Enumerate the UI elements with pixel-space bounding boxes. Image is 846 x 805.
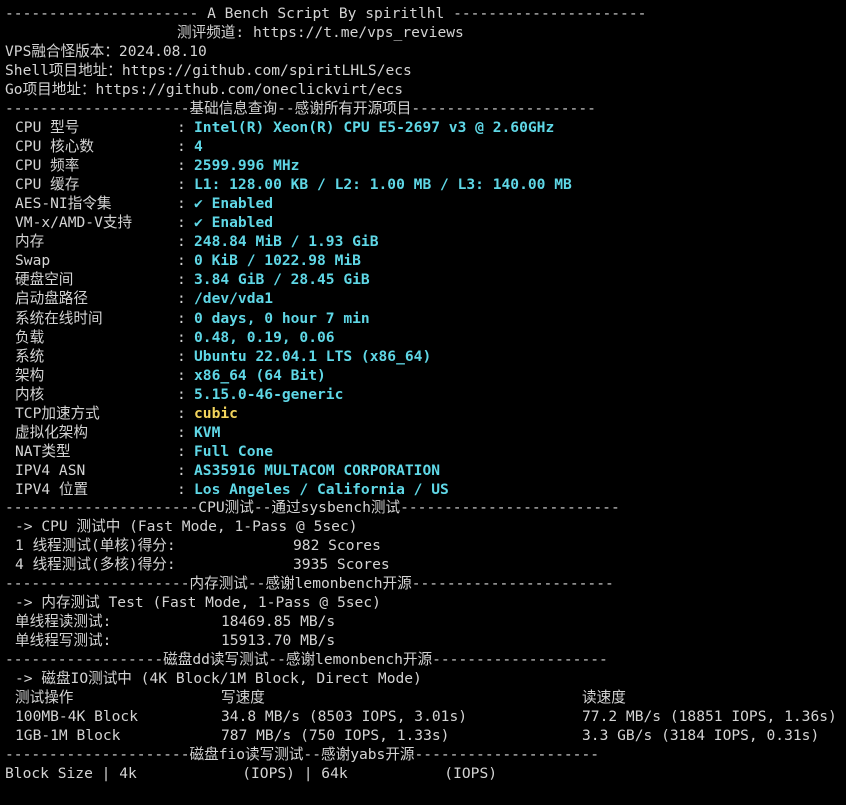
info-label: VM-x/AMD-V支持	[15, 214, 133, 231]
info-label: 内核	[15, 386, 45, 403]
cpu-test-mode-line: -> CPU 测试中 (Fast Mode, 1-Pass @ 5sec)	[15, 518, 358, 535]
info-colon: :	[177, 195, 186, 212]
info-value: 2599.996 MHz	[194, 157, 300, 174]
info-label: 架构	[15, 367, 45, 384]
cpu-multi-core-label: 4 线程测试(多核)得分:	[15, 556, 176, 573]
memory-test-separator: ---------------------内存测试--感谢lemonbench开…	[5, 575, 614, 592]
disk-dd-mode-line: -> 磁盘IO测试中 (4K Block/1M Block, Direct Mo…	[15, 670, 422, 687]
info-colon: :	[177, 157, 186, 174]
cpu-single-core-label: 1 线程测试(单核)得分:	[15, 537, 176, 554]
info-value: 0 days, 0 hour 7 min	[194, 310, 370, 327]
info-colon: :	[177, 443, 186, 460]
memory-read-value: 18469.85 MB/s	[221, 613, 336, 630]
cpu-single-core-score: 982 Scores	[293, 537, 381, 554]
info-colon: :	[177, 119, 186, 136]
info-colon: :	[177, 367, 186, 384]
info-colon: :	[177, 386, 186, 403]
cpu-multi-core-score: 3935 Scores	[293, 556, 390, 573]
info-colon: :	[177, 462, 186, 479]
info-label: IPV4 位置	[15, 481, 89, 498]
info-value: 0 KiB / 1022.98 MiB	[194, 252, 361, 269]
info-label: 系统在线时间	[15, 310, 103, 327]
memory-write-value: 15913.70 MB/s	[221, 632, 336, 649]
info-colon: :	[177, 176, 186, 193]
info-value: ✔ Enabled	[194, 214, 274, 231]
info-value: 3.84 GiB / 28.45 GiB	[194, 271, 370, 288]
disk-dd-header-write: 写速度	[221, 689, 265, 706]
cpu-test-separator: ----------------------CPU测试--通过sysbench测…	[5, 499, 620, 516]
info-colon: :	[177, 214, 186, 231]
info-value: Los Angeles / California / US	[194, 481, 449, 498]
disk-dd-separator: ------------------磁盘dd读写测试--感谢lemonbench…	[5, 651, 608, 668]
memory-write-label: 单线程写测试:	[15, 632, 112, 649]
info-label: CPU 型号	[15, 119, 80, 136]
basic-info-separator: ---------------------基础信息查询--感谢所有开源项目---…	[5, 100, 596, 117]
info-label: CPU 缓存	[15, 176, 80, 193]
info-colon: :	[177, 405, 186, 422]
shell-project-line: Shell项目地址：https://github.com/spiritLHLS/…	[5, 62, 412, 79]
info-label: IPV4 ASN	[15, 462, 86, 479]
info-value: x86_64 (64 Bit)	[194, 367, 326, 384]
disk-dd-row-write: 787 MB/s (750 IOPS, 1.33s)	[221, 727, 450, 744]
info-value: cubic	[194, 405, 238, 422]
banner-title: ---------------------- A Bench Script By…	[5, 5, 647, 22]
info-label: TCP加速方式	[15, 405, 100, 422]
memory-read-label: 单线程读测试:	[15, 613, 112, 630]
version-line: VPS融合怪版本：2024.08.10	[5, 43, 207, 60]
info-label: Swap	[15, 252, 51, 269]
info-label: 虚拟化架构	[15, 424, 88, 441]
info-value: Intel(R) Xeon(R) CPU E5-2697 v3 @ 2.60GH…	[194, 119, 555, 136]
disk-dd-row-read: 3.3 GB/s (3184 IOPS, 0.31s)	[582, 727, 820, 744]
info-colon: :	[177, 481, 186, 498]
disk-dd-row-write: 34.8 MB/s (8503 IOPS, 3.01s)	[221, 708, 468, 725]
disk-fio-header-line: Block Size | 4k (IOPS) | 64k (IOPS)	[5, 765, 498, 782]
go-project-line: Go项目地址：https://github.com/oneclickvirt/e…	[5, 81, 404, 98]
info-colon: :	[177, 290, 186, 307]
info-value: Full Cone	[194, 443, 274, 460]
info-label: 内存	[15, 233, 45, 250]
info-colon: :	[177, 271, 186, 288]
info-value: 4	[194, 138, 203, 155]
info-value: /dev/vda1	[194, 290, 274, 307]
info-colon: :	[177, 424, 186, 441]
info-label: AES-NI指令集	[15, 195, 112, 212]
disk-dd-row-op: 100MB-4K Block	[15, 708, 139, 725]
info-value: ✔ Enabled	[194, 195, 274, 212]
info-value: Ubuntu 22.04.1 LTS (x86_64)	[194, 348, 432, 365]
info-colon: :	[177, 310, 186, 327]
disk-dd-header-read: 读速度	[582, 689, 626, 706]
info-value: 248.84 MiB / 1.93 GiB	[194, 233, 379, 250]
info-value: KVM	[194, 424, 221, 441]
info-colon: :	[177, 348, 186, 365]
info-label: 负载	[15, 329, 45, 346]
disk-dd-row-op: 1GB-1M Block	[15, 727, 121, 744]
disk-dd-header-op: 测试操作	[15, 689, 74, 706]
info-value: AS35916 MULTACOM CORPORATION	[194, 462, 441, 479]
info-label: NAT类型	[15, 443, 71, 460]
channel-line: 测评频道: https://t.me/vps_reviews	[177, 24, 464, 41]
info-label: 硬盘空间	[15, 271, 74, 288]
info-label: CPU 频率	[15, 157, 80, 174]
info-colon: :	[177, 233, 186, 250]
info-colon: :	[177, 252, 186, 269]
info-value: 0.48, 0.19, 0.06	[194, 329, 335, 346]
info-value: L1: 128.00 KB / L2: 1.00 MB / L3: 140.00…	[194, 176, 572, 193]
info-colon: :	[177, 138, 186, 155]
disk-dd-row-read: 77.2 MB/s (18851 IOPS, 1.36s)	[582, 708, 837, 725]
disk-fio-separator: ---------------------磁盘fio读写测试--感谢yabs开源…	[5, 746, 600, 763]
info-value: 5.15.0-46-generic	[194, 386, 344, 403]
memory-test-mode-line: -> 内存测试 Test (Fast Mode, 1-Pass @ 5sec)	[15, 594, 381, 611]
info-label: 启动盘路径	[15, 290, 88, 307]
info-colon: :	[177, 329, 186, 346]
info-label: 系统	[15, 348, 45, 365]
info-label: CPU 核心数	[15, 138, 94, 155]
